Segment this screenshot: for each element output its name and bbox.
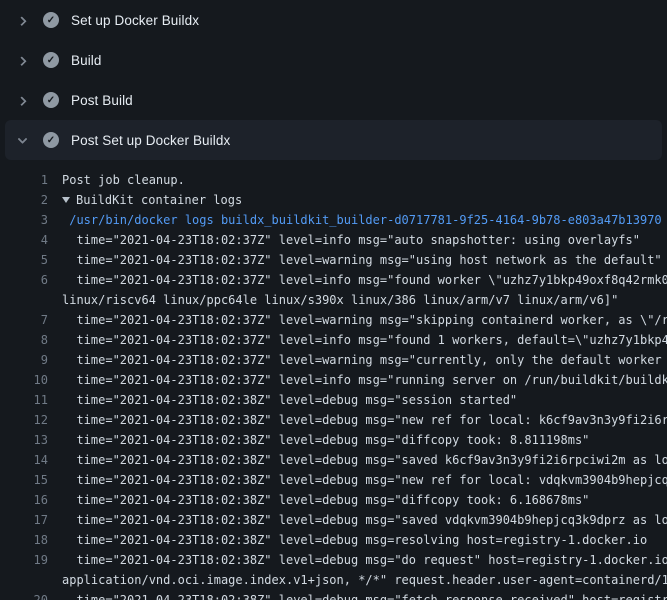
log-line[interactable]: 3 /usr/bin/docker logs buildx_buildkit_b… — [0, 210, 667, 230]
line-text: Post job cleanup. — [62, 170, 185, 190]
line-number-link[interactable]: 1 — [0, 170, 48, 190]
step-label: Set up Docker Buildx — [71, 13, 199, 28]
step-header-setup-docker-buildx[interactable]: ✓ Set up Docker Buildx — [0, 0, 667, 40]
line-text: time="2021-04-23T18:02:38Z" level=debug … — [62, 450, 667, 470]
line-number-link[interactable] — [0, 290, 48, 310]
step-label: Post Build — [71, 93, 133, 108]
line-text: time="2021-04-23T18:02:38Z" level=debug … — [62, 490, 589, 510]
success-check-icon: ✓ — [43, 52, 59, 68]
log-line[interactable]: 9 time="2021-04-23T18:02:37Z" level=warn… — [0, 350, 667, 370]
step-header-post-setup-docker-buildx[interactable]: ✓ Post Set up Docker Buildx — [5, 120, 662, 160]
log-line[interactable]: 10 time="2021-04-23T18:02:37Z" level=inf… — [0, 370, 667, 390]
line-text: time="2021-04-23T18:02:38Z" level=debug … — [62, 470, 667, 490]
log-line[interactable]: 20 time="2021-04-23T18:02:38Z" level=deb… — [0, 590, 667, 600]
line-number-link[interactable]: 5 — [0, 250, 48, 270]
line-text: time="2021-04-23T18:02:38Z" level=debug … — [62, 430, 589, 450]
line-number-link[interactable]: 7 — [0, 310, 48, 330]
steps-list: ✓ Set up Docker Buildx ✓ Build ✓ Post Bu… — [0, 0, 667, 160]
line-text: time="2021-04-23T18:02:38Z" level=debug … — [62, 410, 667, 430]
log-line[interactable]: 17 time="2021-04-23T18:02:38Z" level=deb… — [0, 510, 667, 530]
step-label: Build — [71, 53, 102, 68]
log-line[interactable]: application/vnd.oci.image.index.v1+json,… — [0, 570, 667, 590]
line-number-link[interactable]: 11 — [0, 390, 48, 410]
log-line[interactable]: 12 time="2021-04-23T18:02:38Z" level=deb… — [0, 410, 667, 430]
line-text: time="2021-04-23T18:02:37Z" level=info m… — [62, 370, 667, 390]
success-check-icon: ✓ — [43, 12, 59, 28]
chevron-right-icon[interactable] — [14, 92, 30, 108]
line-number-link[interactable]: 12 — [0, 410, 48, 430]
line-number-link[interactable]: 6 — [0, 270, 48, 290]
line-number-link[interactable]: 3 — [0, 210, 48, 230]
line-number-link[interactable]: 9 — [0, 350, 48, 370]
success-check-icon: ✓ — [43, 92, 59, 108]
line-number-link[interactable]: 18 — [0, 530, 48, 550]
line-text: application/vnd.oci.image.index.v1+json,… — [62, 570, 667, 590]
line-text[interactable]: BuildKit container logs — [76, 190, 242, 210]
line-number-link[interactable]: 15 — [0, 470, 48, 490]
log-line[interactable]: 4 time="2021-04-23T18:02:37Z" level=info… — [0, 230, 667, 250]
line-text: time="2021-04-23T18:02:37Z" level=warnin… — [62, 250, 662, 270]
log-line[interactable]: 8 time="2021-04-23T18:02:37Z" level=info… — [0, 330, 667, 350]
log-line[interactable]: 19 time="2021-04-23T18:02:38Z" level=deb… — [0, 550, 667, 570]
line-number-link[interactable]: 17 — [0, 510, 48, 530]
line-text: time="2021-04-23T18:02:38Z" level=debug … — [62, 530, 647, 550]
log-line[interactable]: 7 time="2021-04-23T18:02:37Z" level=warn… — [0, 310, 667, 330]
line-number-link[interactable]: 14 — [0, 450, 48, 470]
line-text: /usr/bin/docker logs buildx_buildkit_bui… — [62, 210, 662, 230]
group-caret-icon[interactable] — [62, 197, 70, 203]
log-line[interactable]: 11 time="2021-04-23T18:02:38Z" level=deb… — [0, 390, 667, 410]
log-line[interactable]: linux/riscv64 linux/ppc64le linux/s390x … — [0, 290, 667, 310]
line-text: time="2021-04-23T18:02:38Z" level=debug … — [62, 390, 517, 410]
line-number-link[interactable]: 13 — [0, 430, 48, 450]
log-lines: 1 Post job cleanup. 2 BuildKit container… — [0, 170, 667, 600]
line-text: time="2021-04-23T18:02:37Z" level=warnin… — [62, 310, 667, 330]
line-number-link[interactable]: 2 — [0, 190, 48, 210]
log-line[interactable]: 1 Post job cleanup. — [0, 170, 667, 190]
log-line[interactable]: 15 time="2021-04-23T18:02:38Z" level=deb… — [0, 470, 667, 490]
line-text: time="2021-04-23T18:02:37Z" level=warnin… — [62, 350, 667, 370]
line-number-link[interactable] — [0, 570, 48, 590]
log-line[interactable]: 5 time="2021-04-23T18:02:37Z" level=warn… — [0, 250, 667, 270]
line-number-link[interactable]: 16 — [0, 490, 48, 510]
chevron-down-icon[interactable] — [14, 132, 30, 148]
line-text: time="2021-04-23T18:02:37Z" level=info m… — [62, 330, 667, 350]
log-container: 1 Post job cleanup. 2 BuildKit container… — [0, 160, 667, 600]
log-line[interactable]: 2 BuildKit container logs — [0, 190, 667, 210]
step-header-post-build[interactable]: ✓ Post Build — [0, 80, 667, 120]
line-text: time="2021-04-23T18:02:38Z" level=debug … — [62, 590, 667, 600]
chevron-right-icon[interactable] — [14, 12, 30, 28]
log-line[interactable]: 18 time="2021-04-23T18:02:38Z" level=deb… — [0, 530, 667, 550]
line-text: linux/riscv64 linux/ppc64le linux/s390x … — [62, 290, 618, 310]
line-number-link[interactable]: 20 — [0, 590, 48, 600]
log-line[interactable]: 16 time="2021-04-23T18:02:38Z" level=deb… — [0, 490, 667, 510]
success-check-icon: ✓ — [43, 132, 59, 148]
step-label: Post Set up Docker Buildx — [71, 133, 230, 148]
line-text: time="2021-04-23T18:02:37Z" level=info m… — [62, 270, 667, 290]
log-line[interactable]: 13 time="2021-04-23T18:02:38Z" level=deb… — [0, 430, 667, 450]
log-line[interactable]: 14 time="2021-04-23T18:02:38Z" level=deb… — [0, 450, 667, 470]
line-number-link[interactable]: 8 — [0, 330, 48, 350]
log-line[interactable]: 6 time="2021-04-23T18:02:37Z" level=info… — [0, 270, 667, 290]
line-number-link[interactable]: 10 — [0, 370, 48, 390]
line-number-link[interactable]: 4 — [0, 230, 48, 250]
line-number-link[interactable]: 19 — [0, 550, 48, 570]
step-header-build[interactable]: ✓ Build — [0, 40, 667, 80]
line-text: time="2021-04-23T18:02:38Z" level=debug … — [62, 510, 667, 530]
chevron-right-icon[interactable] — [14, 52, 30, 68]
line-text: time="2021-04-23T18:02:38Z" level=debug … — [62, 550, 667, 570]
line-text: time="2021-04-23T18:02:37Z" level=info m… — [62, 230, 640, 250]
